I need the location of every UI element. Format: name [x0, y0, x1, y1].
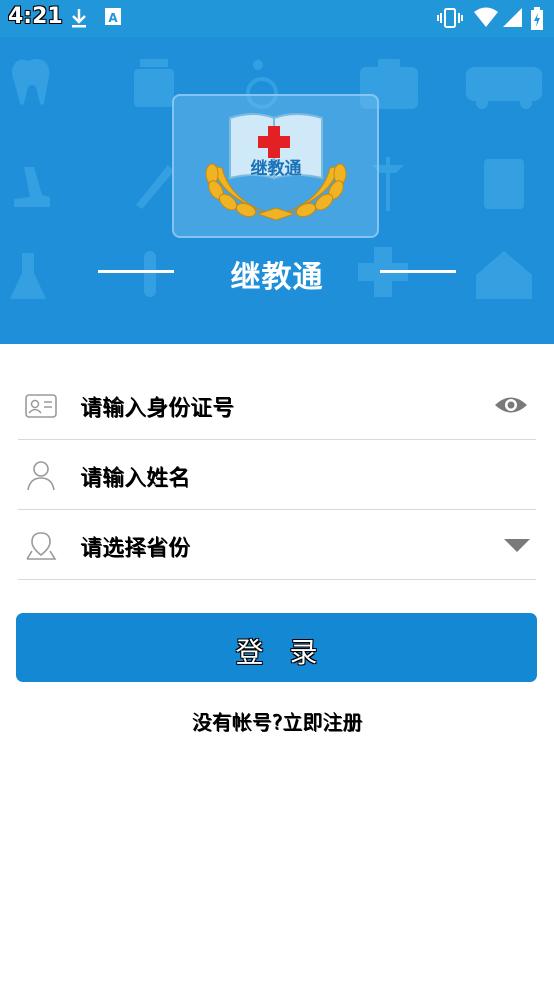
logo-text: 继教通	[251, 158, 302, 179]
eye-icon[interactable]	[494, 394, 528, 416]
id-number-field[interactable]: 请输入身份证号	[18, 370, 536, 440]
title-line-right	[380, 270, 456, 273]
battery-charging-icon	[531, 7, 543, 30]
download-icon	[72, 9, 86, 28]
app-title: 继教通	[230, 260, 324, 295]
svg-text:A: A	[108, 11, 118, 25]
location-icon	[26, 532, 57, 560]
province-select[interactable]: 请选择省份	[18, 510, 536, 580]
app-logo: 继教通	[172, 94, 379, 238]
name-placeholder: 请输入姓名	[80, 466, 191, 491]
header-banner: 继教通 继教通	[0, 37, 554, 344]
status-bar: 4:21 A	[0, 0, 554, 37]
signal-icon	[503, 8, 522, 27]
a-icon: A	[105, 8, 121, 25]
register-link[interactable]: 没有帐号?立即注册	[0, 706, 554, 735]
id-number-placeholder: 请输入身份证号	[80, 396, 235, 421]
caret-down-icon[interactable]	[504, 539, 530, 553]
province-placeholder: 请选择省份	[80, 536, 191, 561]
id-card-icon	[25, 394, 57, 418]
status-time: 4:21	[8, 4, 63, 29]
book-laurel-logo-icon: 继教通	[205, 113, 347, 221]
person-icon	[27, 461, 55, 491]
name-field[interactable]: 请输入姓名	[18, 440, 536, 510]
wifi-icon	[474, 7, 498, 27]
vibrate-icon	[437, 8, 463, 28]
login-button[interactable]: 登录	[16, 613, 537, 682]
login-button-label: 登录	[235, 636, 344, 669]
